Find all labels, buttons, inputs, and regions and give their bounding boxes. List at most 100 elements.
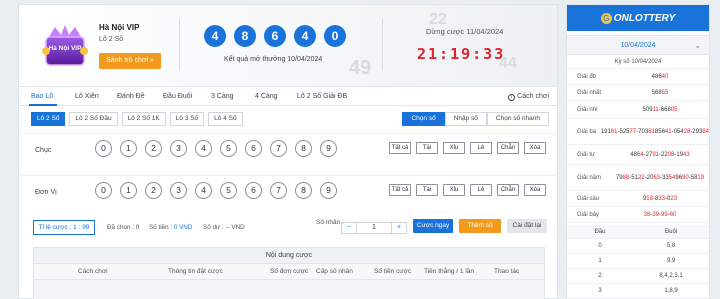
head-value: 3 (598, 288, 602, 294)
game-logo-text: Hà Nội VIP (48, 45, 82, 52)
subtab-item[interactable]: Lô 2 Số Đầu (69, 112, 118, 126)
result-ball: 0 (324, 25, 346, 47)
tab-play-type[interactable]: Lô Xiên (75, 93, 99, 100)
tab-play-type[interactable]: Đầu Đuôi (163, 93, 192, 100)
number-ball[interactable]: 3 (170, 182, 187, 199)
number-ball[interactable]: 4 (195, 140, 212, 157)
mode-item[interactable]: Chọn số nhanh (486, 112, 549, 126)
prize-digits: -27 (643, 151, 653, 158)
multiplier-label: Số nhân : (316, 219, 344, 226)
date-value: 10/04/2024 (620, 42, 656, 49)
prize-value: 19161-52577-7038185641-05428-29384 (601, 128, 709, 136)
result-balls: 48640 (204, 25, 346, 47)
result-ball: 4 (204, 25, 226, 47)
quick-select-button[interactable]: Tất cả (389, 142, 411, 154)
rules-link[interactable]: i Cách chơi (508, 93, 549, 101)
number-ball[interactable]: 9 (320, 140, 337, 157)
quick-select: Tất cả Tài Xỉu Lẻ Chẵn Xóa (389, 142, 546, 154)
quick-select-button[interactable]: Lẻ (470, 142, 492, 154)
headtail-row: 2 8,4,2,3,1 (567, 269, 709, 284)
number-ball[interactable]: 2 (145, 140, 162, 157)
number-ball[interactable]: 8 (295, 140, 312, 157)
prize-digits: 568 (651, 89, 662, 96)
row-label: Chục (35, 147, 52, 154)
number-picker: 0123456789 (95, 140, 337, 157)
plus-icon[interactable]: + (392, 223, 406, 233)
tab-play-type[interactable]: Lô 2 Số Giải ĐB (297, 93, 347, 100)
header-divider (179, 19, 180, 71)
quick-select-button[interactable]: Xóa (524, 142, 546, 154)
lobby-button[interactable]: Sảnh trò chơi » (99, 53, 161, 69)
quick-select-button[interactable]: Xỉu (443, 184, 465, 196)
column-header: Thông tin đặt cược (168, 268, 223, 275)
mode-item[interactable]: Nhập số (444, 112, 487, 126)
number-ball[interactable]: 9 (320, 182, 337, 199)
number-ball[interactable]: 7 (270, 182, 287, 199)
subtab-item[interactable]: Lô 2 Số (31, 112, 66, 126)
prize-digits: 486 (651, 73, 662, 80)
number-ball[interactable]: 1 (120, 140, 137, 157)
minus-icon[interactable]: − (342, 223, 356, 233)
prize-name: Giải năm (577, 174, 602, 181)
multiplier-input[interactable]: 1 (356, 223, 392, 233)
number-ball[interactable]: 3 (170, 140, 187, 157)
prize-digits-last: 55 (661, 89, 669, 96)
number-ball[interactable]: 6 (245, 140, 262, 157)
result-ball: 4 (294, 25, 316, 47)
tab-play-type[interactable]: Đánh Đề (117, 93, 145, 100)
number-ball[interactable]: 2 (145, 182, 162, 199)
prize-digits-last: 40 (661, 73, 669, 80)
prize-digits-last: 18 (646, 195, 653, 202)
game-title: Hà Nội VIP (99, 23, 140, 32)
quick-select-button[interactable]: Tài (416, 142, 438, 154)
prize-digits: -19 (674, 151, 684, 158)
mode-item[interactable]: Chọn số (402, 112, 445, 126)
result-ball: 6 (264, 25, 286, 47)
number-ball[interactable]: 1 (120, 182, 137, 199)
number-ball[interactable]: 6 (245, 182, 262, 199)
subtab-item[interactable]: Lô 3 Số (169, 112, 205, 126)
prize-digits: 79 (615, 174, 623, 181)
input-mode-tabs: Chọn số Nhập số Chọn số nhanh (402, 112, 549, 126)
quick-select-button[interactable]: Chẵn (497, 184, 519, 196)
number-ball[interactable]: 4 (195, 182, 212, 199)
prize-value: 50911-66805 (611, 106, 709, 114)
prize-digits: 856 (654, 128, 665, 135)
number-ball[interactable]: 5 (220, 182, 237, 199)
prize-digits-last: 23 (670, 195, 678, 202)
number-ball[interactable]: 7 (270, 140, 287, 157)
tab-play-type[interactable]: 4 Càng (255, 93, 278, 100)
subtab-item[interactable]: Lô 2 Số 1K (121, 112, 166, 126)
chevron-down-icon: ⌄ (694, 41, 701, 50)
prize-digits-last: 84 (702, 128, 709, 135)
number-ball[interactable]: 0 (95, 140, 112, 157)
quick-select-button[interactable]: Xóa (524, 184, 546, 196)
prize-digits: -33 (660, 174, 669, 181)
selected-count: Đã chọn : 0 (107, 224, 140, 231)
prize-value: 48640 (611, 73, 709, 81)
quick-select-button[interactable]: Tất cả (389, 184, 411, 196)
quick-select-button[interactable]: Tài (416, 184, 438, 196)
number-ball[interactable]: 0 (95, 182, 112, 199)
prize-value: 4864-2791-2208-1943 (611, 151, 709, 159)
bet-content-table: Nội dung cược Cách chơi Thông tin đặt cượ… (33, 247, 545, 299)
bet-now-button[interactable]: Cược ngay (413, 219, 453, 233)
tens-row: Chục 0 1 2 3 4 5 6 7 8 9 Tất cả Tài Xỉu Lẻ Chẵn Xóa (19, 133, 559, 175)
reset-button[interactable]: Cài đặt lại (507, 219, 547, 233)
bet-content-header: Cách chơi Thông tin đặt cược Số đơn cược Cấ… (34, 264, 544, 280)
headtail-row: 1 9,9 (567, 254, 709, 269)
prize-digits: -51 (629, 174, 638, 181)
number-picker: 0123456789 (95, 182, 337, 199)
game-logo: Hà Nội VIP (39, 23, 91, 73)
quick-select-button[interactable]: Lẻ (470, 184, 492, 196)
tab-play-type[interactable]: Bao Lô (31, 93, 53, 100)
add-number-button[interactable]: Thêm số (459, 219, 501, 233)
date-select[interactable]: 10/04/2024 ⌄ (567, 35, 709, 55)
quick-select-button[interactable]: Xỉu (443, 142, 465, 154)
subtab-item[interactable]: Lô 4 Số (208, 112, 243, 126)
headtail-header: Đầu Đuôi (567, 225, 709, 239)
number-ball[interactable]: 5 (220, 140, 237, 157)
tab-play-type[interactable]: 3 Càng (211, 93, 234, 100)
quick-select-button[interactable]: Chẵn (497, 142, 519, 154)
number-ball[interactable]: 8 (295, 182, 312, 199)
